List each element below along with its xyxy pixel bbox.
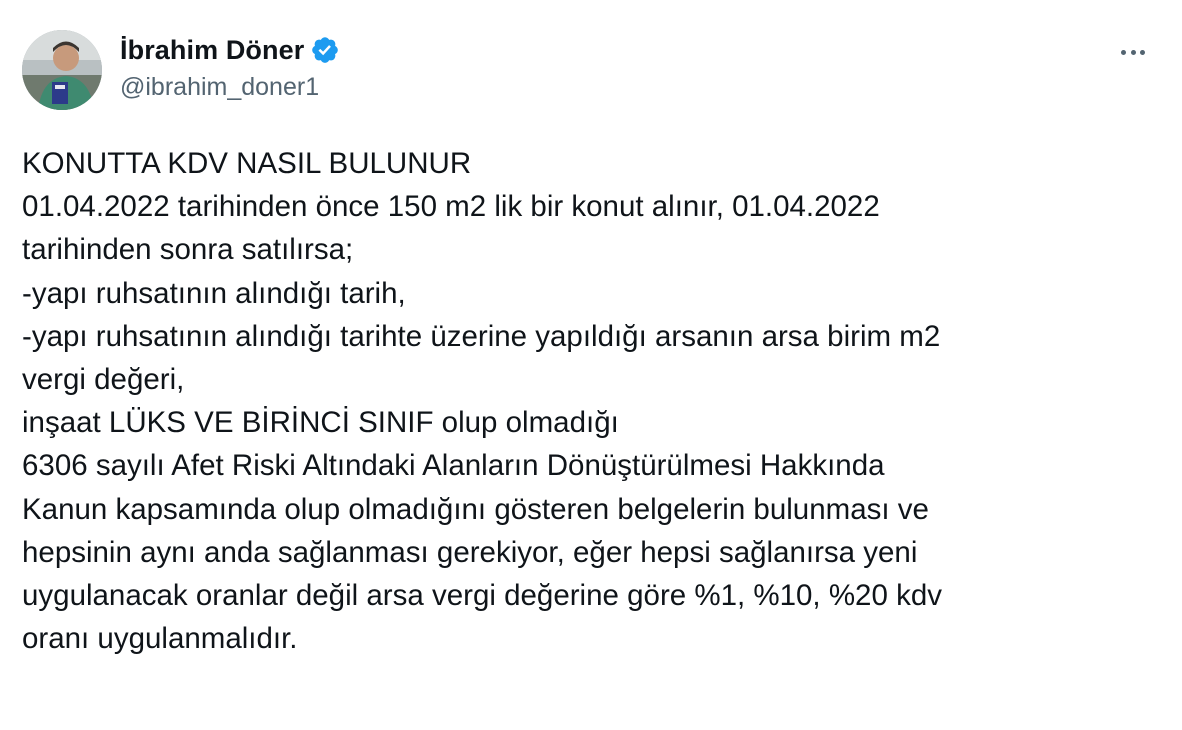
author-handle[interactable]: @ibrahim_doner1 <box>120 73 340 102</box>
tweet-text-line: KONUTTA KDV NASIL BULUNUR <box>22 147 472 180</box>
author-info: İbrahim Döner @ibrahim_doner1 <box>120 33 340 102</box>
more-dot-icon <box>1139 49 1145 55</box>
tweet-text-line: oranı uygulanmalıdır. <box>22 622 298 656</box>
tweet-text: KONUTTA KDV NASIL BULUNUR 01.04.2022 tar… <box>22 142 1152 660</box>
tweet-text-line: tarihinden sonra satılırsa; <box>22 233 354 267</box>
author-name-row: İbrahim Döner <box>120 33 340 67</box>
tweet-text-line: 01.04.2022 tarihinden önce 150 m2 lik bi… <box>22 190 880 224</box>
tweet-text-line: hepsinin aynı anda sağlanması gerekiyor,… <box>22 535 918 569</box>
tweet-text-line: -yapı ruhsatının alındığı tarih, <box>22 276 406 310</box>
tweet-text-line: 6306 sayılı Afet Riski Altındaki Alanlar… <box>22 449 885 483</box>
author-display-name[interactable]: İbrahim Döner <box>120 35 304 66</box>
more-options-icon[interactable] <box>1115 38 1151 66</box>
avatar-photo-icon <box>22 30 102 110</box>
tweet-card: İbrahim Döner @ibrahim_doner1 KONUTTA KD… <box>0 0 1182 730</box>
verified-badge-icon[interactable] <box>310 35 340 65</box>
author-avatar[interactable] <box>22 30 102 110</box>
tweet-text-line: -yapı ruhsatının alındığı tarihte üzerin… <box>22 319 941 353</box>
more-dot-icon <box>1121 49 1127 55</box>
tweet-text-line: uygulanacak oranlar değil arsa vergi değ… <box>22 579 942 613</box>
tweet-text-line: Kanun kapsamında olup olmadığını göstere… <box>22 492 929 526</box>
more-dot-icon <box>1130 49 1136 55</box>
tweet-text-line: inşaat LÜKS VE BİRİNCİ SINIF olup olmadı… <box>22 406 619 440</box>
tweet-text-line: vergi değeri, <box>22 363 185 397</box>
